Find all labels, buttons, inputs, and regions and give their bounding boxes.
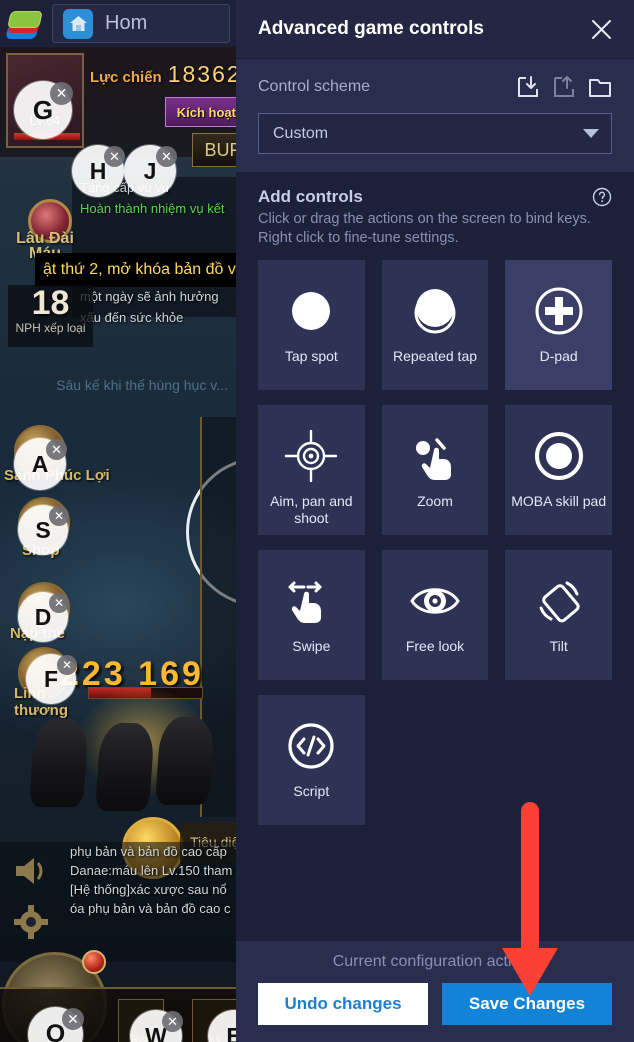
control-scheme-select[interactable]: Custom [258,113,612,154]
control-scheme-label: Control scheme [258,78,371,95]
control-card-label: Swipe [292,638,331,654]
control-card-repeated-tap[interactable]: Repeated tap [381,260,489,390]
keybind-bubble-label: H [89,157,107,184]
keybind-remove-icon[interactable]: ✕ [49,593,69,613]
control-card-aim-pan-and-shoot[interactable]: Aim, pan and shoot [258,405,365,535]
news-ticker: ật thứ 2, mở khóa bản đồ và p [35,253,270,287]
control-card-zoom[interactable]: Zoom [381,405,489,535]
news-ticker-text: ật thứ 2, mở khóa bản đồ và p [43,261,259,278]
control-card-label: Tap spot [284,348,338,364]
control-scheme-section: Control scheme Custom [236,59,634,173]
footer-label: Current configuration actions [332,953,538,970]
pinch-zoom-icon [410,429,460,483]
repeated-tap-icon [410,284,460,338]
enemy-unit [28,719,90,807]
rank-box: 18 NPH xếp loại [8,285,93,347]
control-card-label: Zoom [417,493,453,509]
power-stat-value: 18362 [167,61,242,87]
keybind-bubble-h[interactable]: H ✕ [72,145,125,197]
keybind-bubble-d[interactable]: D ✕ [18,592,69,642]
keybind-bubble-label: G [32,94,54,125]
tab-home-label: Hom [105,12,148,34]
enemy-unit [154,717,216,805]
panel-header: Advanced game controls [236,0,634,59]
control-card-script[interactable]: Script [258,695,365,825]
control-card-moba-skill-pad[interactable]: MOBA skill pad [505,405,612,535]
keybind-remove-icon[interactable]: ✕ [162,1011,183,1032]
keybind-remove-icon[interactable]: ✕ [49,506,69,526]
panel-footer: Current configuration actions Undo chang… [236,940,634,1042]
gear-icon[interactable] [14,905,48,939]
keybind-bubble-s[interactable]: S ✕ [18,505,69,555]
tilt-icon [534,574,584,628]
keybind-bubble-j[interactable]: J ✕ [124,145,177,197]
sound-icon[interactable] [12,855,48,887]
add-controls-subtitle-line1: Click or drag the actions on the screen … [258,211,591,227]
keybind-bubble-label: S [35,516,51,543]
crosshair-icon [285,429,338,483]
keybind-remove-icon[interactable]: ✕ [156,146,177,167]
keybind-bubble-a[interactable]: A ✕ [14,438,67,490]
save-changes-button[interactable]: Save Changes [442,983,612,1025]
import-scheme-icon[interactable] [516,75,540,99]
keybind-bubble-g[interactable]: G ✕ [14,81,73,139]
control-card-label: Script [293,783,330,799]
keybind-remove-icon[interactable]: ✕ [104,146,125,167]
notification-gem-icon [82,950,106,974]
control-card-label: Repeated tap [392,348,478,364]
control-card-label: Tilt [549,638,568,654]
dpad-icon [534,284,584,338]
control-card-tilt[interactable]: Tilt [505,550,612,680]
export-scheme-icon[interactable] [552,75,576,99]
keybind-bubble-label: J [143,157,157,184]
control-card-swipe[interactable]: Swipe [258,550,365,680]
keybind-remove-icon[interactable]: ✕ [50,82,73,105]
power-stat-label: Lực chiến [90,69,162,86]
control-card-d-pad[interactable]: D-pad [505,260,612,390]
swipe-icon [286,574,336,628]
power-stat: Lực chiến 18362 [90,61,242,88]
control-card-label: Aim, pan and shoot [270,493,353,526]
bluestacks-logo [0,0,46,47]
rank-label: NPH xếp loại [15,321,86,335]
advanced-game-controls-panel: Advanced game controls Control scheme Cu… [236,0,634,1042]
moba-skill-pad-icon [534,429,584,483]
keybind-remove-icon[interactable]: ✕ [46,439,67,460]
keybind-remove-icon[interactable]: ✕ [57,655,77,675]
keybind-bubble-label: F [43,665,59,692]
control-card-free-look[interactable]: Free look [381,550,489,680]
control-cards-grid: Tap spot Repeated tap D-pad Aim, pan and sh… [258,260,612,825]
chevron-down-icon [583,129,599,138]
add-controls-section: Add controls Click or drag the actions o… [236,173,634,940]
tab-home[interactable]: Hom [52,4,230,43]
folder-icon[interactable] [588,75,612,99]
center-subtitle: Sâu kế khi thế hùng hục v... [56,377,228,393]
home-icon [63,8,93,39]
tap-spot-icon [288,284,334,338]
control-card-label: D-pad [539,348,578,364]
keybind-bubble-label: A [31,450,49,477]
rank-number: 18 [31,284,70,322]
control-card-label: MOBA skill pad [511,493,607,509]
keybind-bubble-label: D [34,603,52,630]
add-controls-subtitle-line2: Right click to fine-tune settings. [258,230,459,246]
enemy-unit [94,723,156,811]
control-card-tap-spot[interactable]: Tap spot [258,260,365,390]
free-look-eye-icon [409,574,461,628]
keybind-remove-icon[interactable]: ✕ [62,1008,84,1030]
help-circle-icon[interactable] [592,187,612,207]
add-controls-title: Add controls [258,187,363,206]
page-title: Advanced game controls [258,18,484,39]
close-icon[interactable] [586,14,616,44]
keybind-bubble-f[interactable]: F ✕ [26,654,77,704]
script-code-icon [286,719,336,773]
undo-changes-button[interactable]: Undo changes [258,983,428,1025]
control-scheme-selected-value: Custom [273,124,329,142]
control-card-label: Free look [405,638,465,654]
